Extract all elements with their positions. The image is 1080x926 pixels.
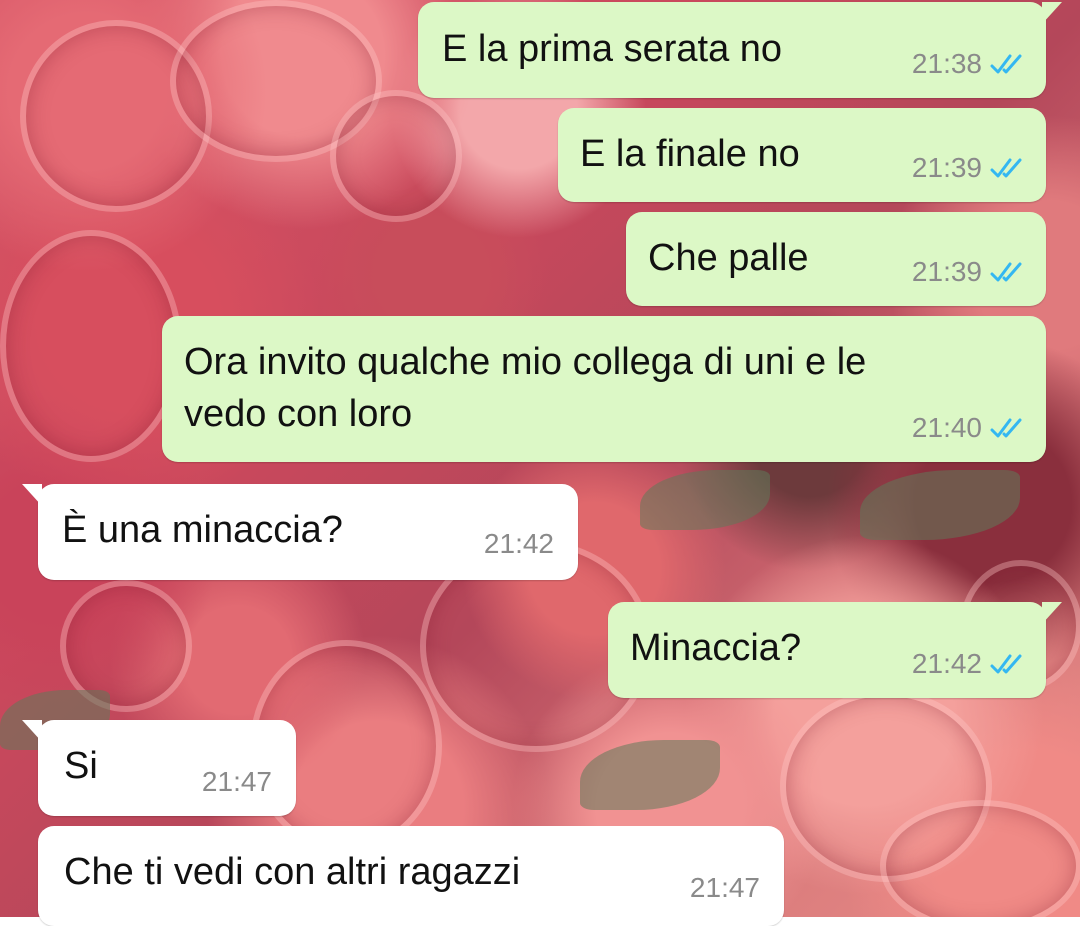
read-ticks-icon [990,262,1022,282]
incoming-message[interactable]: È una minaccia? 21:42 [22,484,578,580]
outgoing-message[interactable]: E la prima serata no 21:38 [418,2,1062,98]
leaf-decoration [640,470,770,530]
message-text: Minaccia? [630,627,802,669]
message-time: 21:47 [201,766,272,797]
message-meta: 21:39 [912,256,1026,288]
incoming-message[interactable]: Che ti vedi con altri ragazzi 21:47 [38,826,784,926]
message-time: 21:39 [911,256,982,287]
read-ticks-icon [990,654,1022,674]
read-ticks-icon [990,54,1022,74]
leaf-decoration [860,470,1020,540]
message-time: 21:39 [911,152,982,183]
message-text: È una minaccia? [62,509,343,551]
message-time: 21:42 [483,528,554,559]
message-time: 21:40 [911,412,982,443]
message-meta: 21:47 [690,872,760,904]
message-time: 21:47 [689,872,760,903]
read-ticks-icon [990,158,1022,178]
message-time: 21:42 [911,648,982,679]
message-meta: 21:40 [912,412,1026,444]
message-text: Si [64,745,98,787]
message-time: 21:38 [911,48,982,79]
message-meta: 21:38 [912,48,1026,80]
incoming-message[interactable]: Si 21:47 [22,720,296,816]
message-meta: 21:39 [912,152,1026,184]
message-meta: 21:42 [484,528,554,560]
message-meta: 21:47 [202,766,272,798]
flower-decoration [0,230,182,462]
leaf-decoration [580,740,720,810]
outgoing-message[interactable]: Ora invito qualche mio collega di uni e … [162,316,1046,462]
message-text: E la finale no [580,133,800,175]
message-text: E la prima serata no [442,28,783,70]
flower-decoration [880,800,1080,917]
message-text-line-2: vedo con loro [184,393,413,435]
message-text: Che palle [648,237,809,279]
flower-decoration [330,90,462,222]
message-text: Che ti vedi con altri ragazzi [64,851,521,893]
read-ticks-icon [990,418,1022,438]
outgoing-message[interactable]: E la finale no 21:39 [558,108,1046,202]
message-meta: 21:42 [912,648,1026,680]
outgoing-message[interactable]: Minaccia? 21:42 [608,602,1062,698]
outgoing-message[interactable]: Che palle 21:39 [626,212,1046,306]
message-text-line-1: Ora invito qualche mio collega di uni e … [184,341,867,383]
